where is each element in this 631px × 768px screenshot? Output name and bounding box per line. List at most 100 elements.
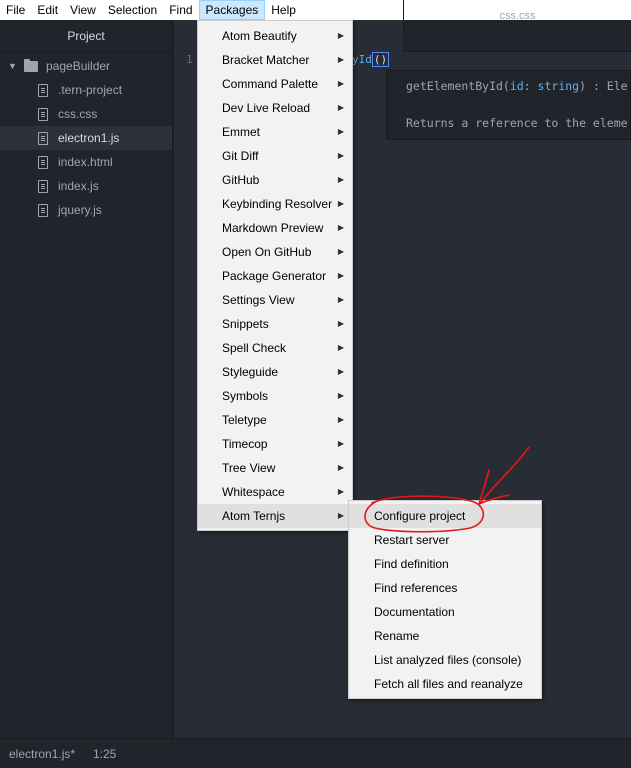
menu-item-label: Timecop bbox=[222, 437, 268, 451]
menu-item-label: Bracket Matcher bbox=[222, 53, 310, 67]
menu-item-github[interactable]: GitHub ▶ bbox=[198, 168, 352, 192]
tree-view: Project ▼ pageBuilder .tern-project css.… bbox=[0, 20, 173, 738]
caret-right-icon: ▶ bbox=[337, 295, 344, 304]
menu-find[interactable]: Find bbox=[163, 0, 198, 20]
tooltip-doc: Returns a reference to the eleme bbox=[406, 116, 628, 130]
menu-item-list-analyzed-files[interactable]: List analyzed files (console) bbox=[349, 648, 541, 672]
menu-item-bracket-matcher[interactable]: Bracket Matcher ▶ bbox=[198, 48, 352, 72]
menu-item-label: Command Palette bbox=[222, 77, 319, 91]
caret-right-icon: ▶ bbox=[337, 391, 344, 400]
menu-item-fetch-all-files[interactable]: Fetch all files and reanalyze bbox=[349, 672, 541, 696]
menu-item-label: Open On GitHub bbox=[222, 245, 312, 259]
code-line[interactable]: yId() bbox=[352, 52, 390, 67]
menu-item-command-palette[interactable]: Command Palette ▶ bbox=[198, 72, 352, 96]
caret-right-icon: ▶ bbox=[337, 79, 344, 88]
caret-right-icon: ▶ bbox=[337, 439, 344, 448]
menu-item-markdown-preview[interactable]: Markdown Preview ▶ bbox=[198, 216, 352, 240]
menu-item-rename[interactable]: Rename bbox=[349, 624, 541, 648]
file-label: electron1.js bbox=[58, 131, 120, 145]
file-label: jquery.js bbox=[58, 203, 102, 217]
menu-item-settings-view[interactable]: Settings View ▶ bbox=[198, 288, 352, 312]
menu-edit[interactable]: Edit bbox=[31, 0, 64, 20]
menu-item-label: Dev Live Reload bbox=[222, 101, 311, 115]
menu-file[interactable]: File bbox=[0, 0, 31, 20]
caret-right-icon: ▶ bbox=[337, 223, 344, 232]
file-icon bbox=[38, 179, 48, 193]
status-bar: electron1.js* 1:25 bbox=[0, 738, 631, 768]
menu-item-git-diff[interactable]: Git Diff ▶ bbox=[198, 144, 352, 168]
menu-view[interactable]: View bbox=[64, 0, 102, 20]
caret-right-icon: ▶ bbox=[337, 367, 344, 376]
caret-right-icon: ▶ bbox=[337, 55, 344, 64]
caret-right-icon: ▶ bbox=[337, 463, 344, 472]
ternjs-submenu: Configure project Restart server Find de… bbox=[348, 500, 542, 699]
menu-item-label: Tree View bbox=[222, 461, 276, 475]
menu-item-symbols[interactable]: Symbols ▶ bbox=[198, 384, 352, 408]
tab-css[interactable]: css.css bbox=[403, 0, 631, 32]
line-number: 1 bbox=[186, 53, 193, 66]
menu-item-emmet[interactable]: Emmet ▶ bbox=[198, 120, 352, 144]
menu-item-package-generator[interactable]: Package Generator ▶ bbox=[198, 264, 352, 288]
menu-item-documentation[interactable]: Documentation bbox=[349, 600, 541, 624]
menu-item-keybinding-resolver[interactable]: Keybinding Resolver ▶ bbox=[198, 192, 352, 216]
menu-item-label: Styleguide bbox=[222, 365, 279, 379]
menu-item-configure-project[interactable]: Configure project bbox=[349, 504, 541, 528]
chevron-down-icon[interactable]: ▼ bbox=[8, 54, 20, 78]
menu-item-label: Whitespace bbox=[222, 485, 285, 499]
file-label: .tern-project bbox=[58, 83, 123, 97]
file-icon bbox=[38, 155, 48, 169]
status-file-name[interactable]: electron1.js* bbox=[9, 747, 75, 761]
folder-label: pageBuilder bbox=[46, 59, 111, 73]
type-tooltip: getElementById(id: string) : Ele Returns… bbox=[386, 70, 631, 140]
file-tree: ▼ pageBuilder .tern-project css.css elec… bbox=[0, 52, 172, 222]
menu-packages[interactable]: Packages bbox=[198, 0, 266, 20]
menu-item-timecop[interactable]: Timecop ▶ bbox=[198, 432, 352, 456]
menu-item-label: Markdown Preview bbox=[222, 221, 324, 235]
menu-item-restart-server[interactable]: Restart server bbox=[349, 528, 541, 552]
menu-selection[interactable]: Selection bbox=[102, 0, 163, 20]
menu-item-find-references[interactable]: Find references bbox=[349, 576, 541, 600]
caret-right-icon: ▶ bbox=[337, 31, 344, 40]
caret-right-icon: ▶ bbox=[337, 319, 344, 328]
tooltip-signature: getElementById(id: string) : Ele bbox=[406, 79, 628, 93]
menu-item-label: Snippets bbox=[222, 317, 269, 331]
menu-item-label: Git Diff bbox=[222, 149, 259, 163]
file-label: css.css bbox=[58, 107, 98, 121]
code-text: yId bbox=[352, 53, 372, 66]
menu-item-whitespace[interactable]: Whitespace ▶ bbox=[198, 480, 352, 504]
folder-icon bbox=[24, 58, 38, 72]
caret-right-icon: ▶ bbox=[337, 247, 344, 256]
menu-item-dev-live-reload[interactable]: Dev Live Reload ▶ bbox=[198, 96, 352, 120]
tree-file[interactable]: jquery.js bbox=[0, 198, 172, 222]
menu-item-label: Teletype bbox=[222, 413, 267, 427]
menu-item-label: Atom Beautify bbox=[222, 29, 297, 43]
file-label: index.js bbox=[58, 179, 99, 193]
menu-item-label: Settings View bbox=[222, 293, 295, 307]
code-cursor-parens: () bbox=[371, 52, 390, 67]
caret-right-icon: ▶ bbox=[337, 487, 344, 496]
menu-item-snippets[interactable]: Snippets ▶ bbox=[198, 312, 352, 336]
signature-param: id: string bbox=[509, 79, 580, 93]
menu-item-styleguide[interactable]: Styleguide ▶ bbox=[198, 360, 352, 384]
menu-item-find-definition[interactable]: Find definition bbox=[349, 552, 541, 576]
menu-item-atom-ternjs[interactable]: Atom Ternjs ▶ bbox=[198, 504, 352, 528]
menu-item-tree-view[interactable]: Tree View ▶ bbox=[198, 456, 352, 480]
tree-file[interactable]: .tern-project bbox=[0, 78, 172, 102]
status-cursor-position[interactable]: 1:25 bbox=[93, 747, 116, 761]
menu-item-open-on-github[interactable]: Open On GitHub ▶ bbox=[198, 240, 352, 264]
menu-item-atom-beautify[interactable]: Atom Beautify ▶ bbox=[198, 24, 352, 48]
tree-file[interactable]: index.html bbox=[0, 150, 172, 174]
tree-file[interactable]: css.css bbox=[0, 102, 172, 126]
tree-root-folder[interactable]: ▼ pageBuilder bbox=[0, 54, 172, 78]
tree-file-selected[interactable]: electron1.js bbox=[0, 126, 172, 150]
menu-item-teletype[interactable]: Teletype ▶ bbox=[198, 408, 352, 432]
signature-rest: ) : Ele bbox=[579, 79, 628, 93]
file-icon bbox=[38, 203, 48, 217]
menu-help[interactable]: Help bbox=[265, 0, 302, 20]
caret-right-icon: ▶ bbox=[337, 103, 344, 112]
tree-file[interactable]: index.js bbox=[0, 174, 172, 198]
menu-item-spell-check[interactable]: Spell Check ▶ bbox=[198, 336, 352, 360]
menu-item-label: Keybinding Resolver bbox=[222, 197, 333, 211]
caret-right-icon: ▶ bbox=[337, 343, 344, 352]
caret-right-icon: ▶ bbox=[337, 151, 344, 160]
